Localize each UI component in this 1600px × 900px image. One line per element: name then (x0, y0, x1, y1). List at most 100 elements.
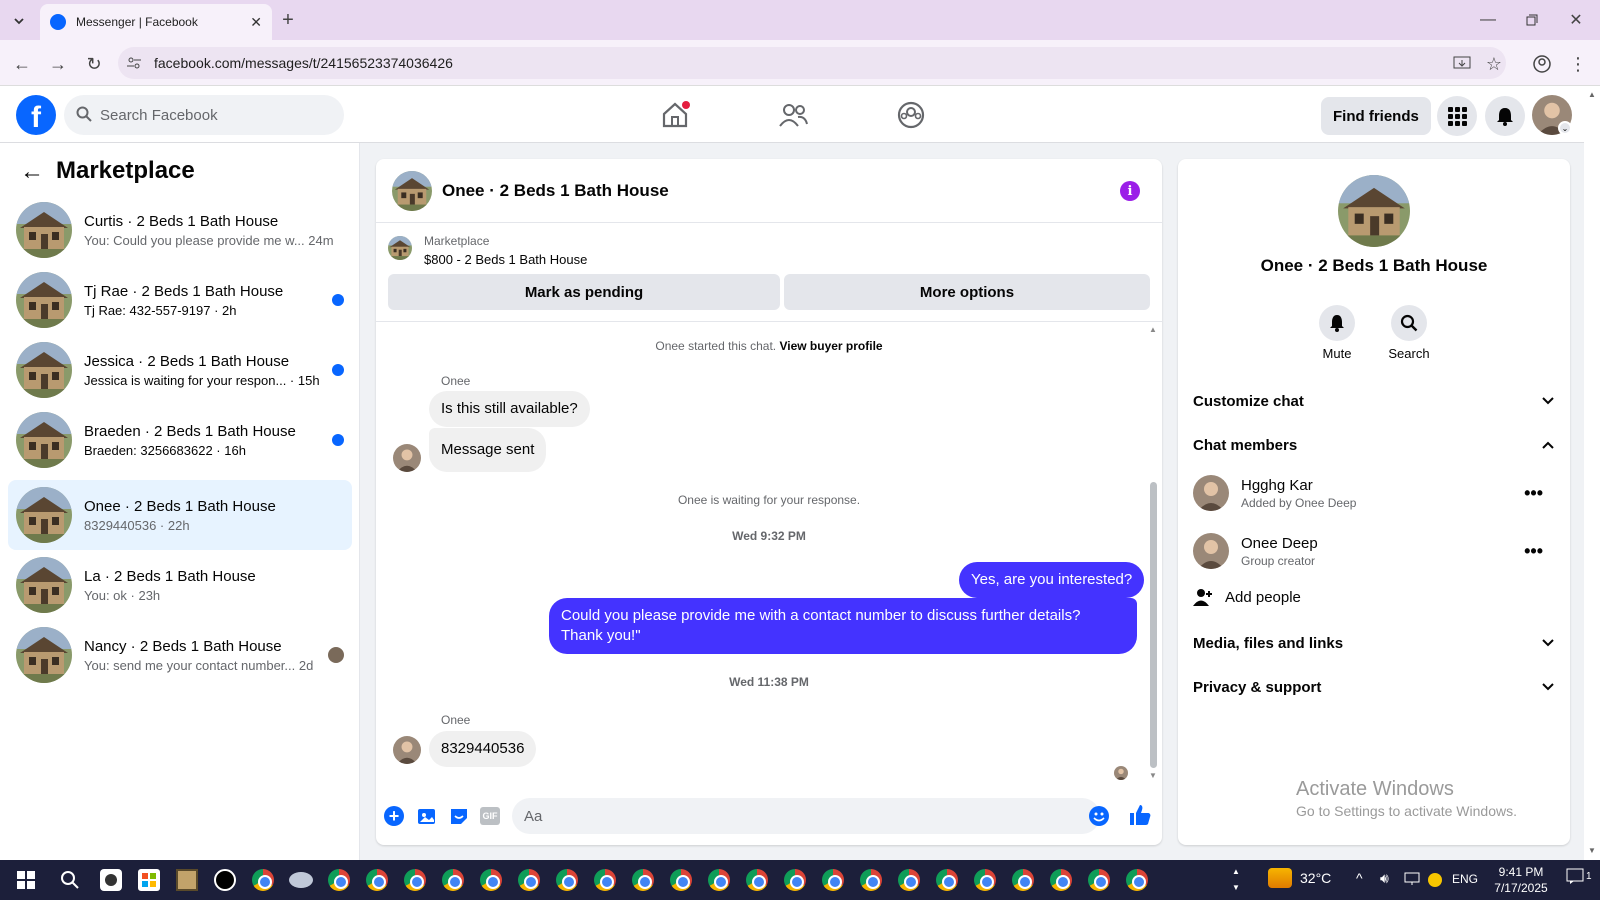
chrome-icon[interactable] (816, 863, 850, 897)
chrome-icon[interactable] (854, 863, 888, 897)
account-chevron-icon[interactable]: ⌄ (1558, 121, 1572, 135)
message-input[interactable]: Aa (512, 798, 1100, 834)
incoming-message[interactable]: 8329440536 (429, 731, 537, 767)
chat-info-icon[interactable]: i (1120, 181, 1140, 201)
chrome-icon[interactable] (436, 863, 470, 897)
conversation-item-active[interactable]: Onee · 2 Beds 1 Bath House 8329440536 · … (8, 480, 352, 550)
chrome-icon[interactable] (1006, 863, 1040, 897)
conversation-item[interactable]: Curtis · 2 Beds 1 Bath House You: Could … (8, 195, 352, 265)
chrome-icon[interactable] (892, 863, 926, 897)
chat-title[interactable]: Onee · 2 Beds 1 Bath House (442, 181, 669, 201)
taskbar-app-icon[interactable] (170, 863, 204, 897)
microsoft-store-icon[interactable] (132, 863, 166, 897)
media-files-section[interactable]: Media, files and links (1193, 625, 1555, 661)
add-people-button[interactable]: Add people (1193, 587, 1301, 607)
notification-center[interactable]: 1 (1566, 868, 1592, 884)
conversation-item[interactable]: Tj Rae · 2 Beds 1 Bath House Tj Rae: 432… (8, 265, 352, 335)
menu-grid-icon[interactable] (1437, 96, 1477, 136)
chrome-icon[interactable] (512, 863, 546, 897)
chrome-icon[interactable] (588, 863, 622, 897)
reload-icon[interactable]: ↻ (82, 52, 106, 76)
profile-icon[interactable] (1530, 52, 1554, 76)
back-icon[interactable]: ← (10, 52, 34, 76)
chrome-icon[interactable] (626, 863, 660, 897)
facebook-logo-icon[interactable]: f (16, 95, 56, 135)
more-options-button[interactable]: More options (784, 274, 1150, 310)
conversation-item[interactable]: Jessica · 2 Beds 1 Bath House Jessica is… (8, 335, 352, 405)
back-arrow-icon[interactable]: ← (18, 158, 46, 186)
site-info-icon[interactable] (124, 53, 144, 73)
tray-chevron-icon[interactable]: ^ (1356, 870, 1363, 886)
member-more-icon[interactable]: ••• (1524, 541, 1543, 562)
mute-bell-icon[interactable] (1319, 305, 1355, 341)
address-bar[interactable]: facebook.com/messages/t/2415652337403642… (118, 47, 1506, 79)
tab-search-icon[interactable] (8, 10, 30, 32)
incoming-message[interactable]: Is this still available? (429, 391, 590, 427)
sticker-icon[interactable] (449, 806, 469, 826)
scroll-up-icon[interactable]: ▲ (1149, 325, 1157, 334)
chrome-icon[interactable] (474, 863, 508, 897)
window-close-icon[interactable]: ✕ (1564, 8, 1588, 32)
chrome-icon[interactable] (1082, 863, 1116, 897)
member-more-icon[interactable]: ••• (1524, 483, 1543, 504)
install-app-icon[interactable] (1450, 52, 1474, 76)
restore-icon[interactable] (1520, 8, 1544, 32)
chrome-icon[interactable] (1120, 863, 1154, 897)
outgoing-message[interactable]: Could you please provide me with a conta… (549, 598, 1137, 654)
chrome-icon[interactable] (246, 863, 280, 897)
groups-icon[interactable] (896, 100, 926, 130)
browser-menu-icon[interactable]: ⋮ (1568, 52, 1588, 76)
outgoing-message[interactable]: Yes, are you interested? (959, 562, 1145, 598)
page-scroll-up-icon[interactable]: ▲ (1588, 90, 1596, 99)
incoming-message[interactable]: Message sent (429, 428, 547, 472)
taskbar-search-icon[interactable] (50, 863, 90, 897)
member-row[interactable]: Hgghg Kar Added by Onee Deep ••• (1193, 468, 1555, 518)
page-scroll-down-icon[interactable]: ▼ (1588, 846, 1596, 855)
volume-icon[interactable]: 🔊︎ (1380, 870, 1389, 887)
chrome-icon[interactable] (360, 863, 394, 897)
network-icon[interactable] (1404, 872, 1420, 886)
chat-members-section[interactable]: Chat members (1193, 427, 1555, 463)
emoji-icon[interactable] (1089, 806, 1109, 826)
chrome-icon[interactable] (702, 863, 736, 897)
facebook-search-input[interactable]: Search Facebook (64, 95, 344, 135)
member-row[interactable]: Onee Deep Group creator ••• (1193, 526, 1555, 576)
more-actions-plus-icon[interactable]: + (384, 806, 404, 826)
chat-scrollbar-thumb[interactable] (1150, 482, 1157, 768)
customize-chat-section[interactable]: Customize chat (1193, 383, 1555, 419)
find-friends-button[interactable]: Find friends (1321, 97, 1431, 135)
search-in-chat-icon[interactable] (1391, 305, 1427, 341)
chrome-icon[interactable] (930, 863, 964, 897)
tab-close-icon[interactable]: ✕ (250, 14, 262, 31)
attach-photo-icon[interactable] (417, 806, 437, 826)
conversation-item[interactable]: Nancy · 2 Beds 1 Bath House You: send me… (8, 620, 352, 690)
listing-title[interactable]: $800 - 2 Beds 1 Bath House (424, 252, 587, 267)
status-app-icon[interactable] (1428, 873, 1442, 887)
mark-as-pending-button[interactable]: Mark as pending (388, 274, 780, 310)
info-listing-image[interactable] (1338, 175, 1410, 247)
taskbar-app-icon[interactable] (208, 863, 242, 897)
chrome-icon[interactable] (322, 863, 356, 897)
privacy-support-section[interactable]: Privacy & support (1193, 669, 1555, 705)
weather-widget[interactable]: 32°C (1268, 868, 1331, 888)
view-buyer-profile-link[interactable]: View buyer profile (779, 339, 882, 353)
friends-icon[interactable] (778, 100, 808, 130)
taskbar-app-icon[interactable] (94, 863, 128, 897)
language-indicator[interactable]: ENG (1452, 872, 1478, 886)
chrome-icon[interactable] (968, 863, 1002, 897)
chrome-icon[interactable] (1044, 863, 1078, 897)
clock[interactable]: 9:41 PM 7/17/2025 (1486, 864, 1556, 896)
conversation-item[interactable]: La · 2 Beds 1 Bath House You: ok · 23h (8, 550, 352, 620)
notifications-bell-icon[interactable] (1485, 96, 1525, 136)
browser-tab[interactable]: Messenger | Facebook ✕ (40, 4, 272, 40)
chrome-icon[interactable] (398, 863, 432, 897)
home-icon[interactable] (660, 100, 690, 130)
like-thumbs-up-icon[interactable] (1128, 803, 1152, 827)
taskbar-overflow-icon[interactable]: ▲ ▼ (1232, 864, 1240, 896)
bookmark-star-icon[interactable]: ☆ (1482, 52, 1506, 76)
taskbar-app-icon[interactable] (284, 863, 318, 897)
gif-icon[interactable]: GIF (480, 807, 500, 825)
scroll-down-icon[interactable]: ▼ (1149, 771, 1157, 780)
chrome-icon[interactable] (778, 863, 812, 897)
new-tab-icon[interactable]: + (276, 8, 300, 32)
